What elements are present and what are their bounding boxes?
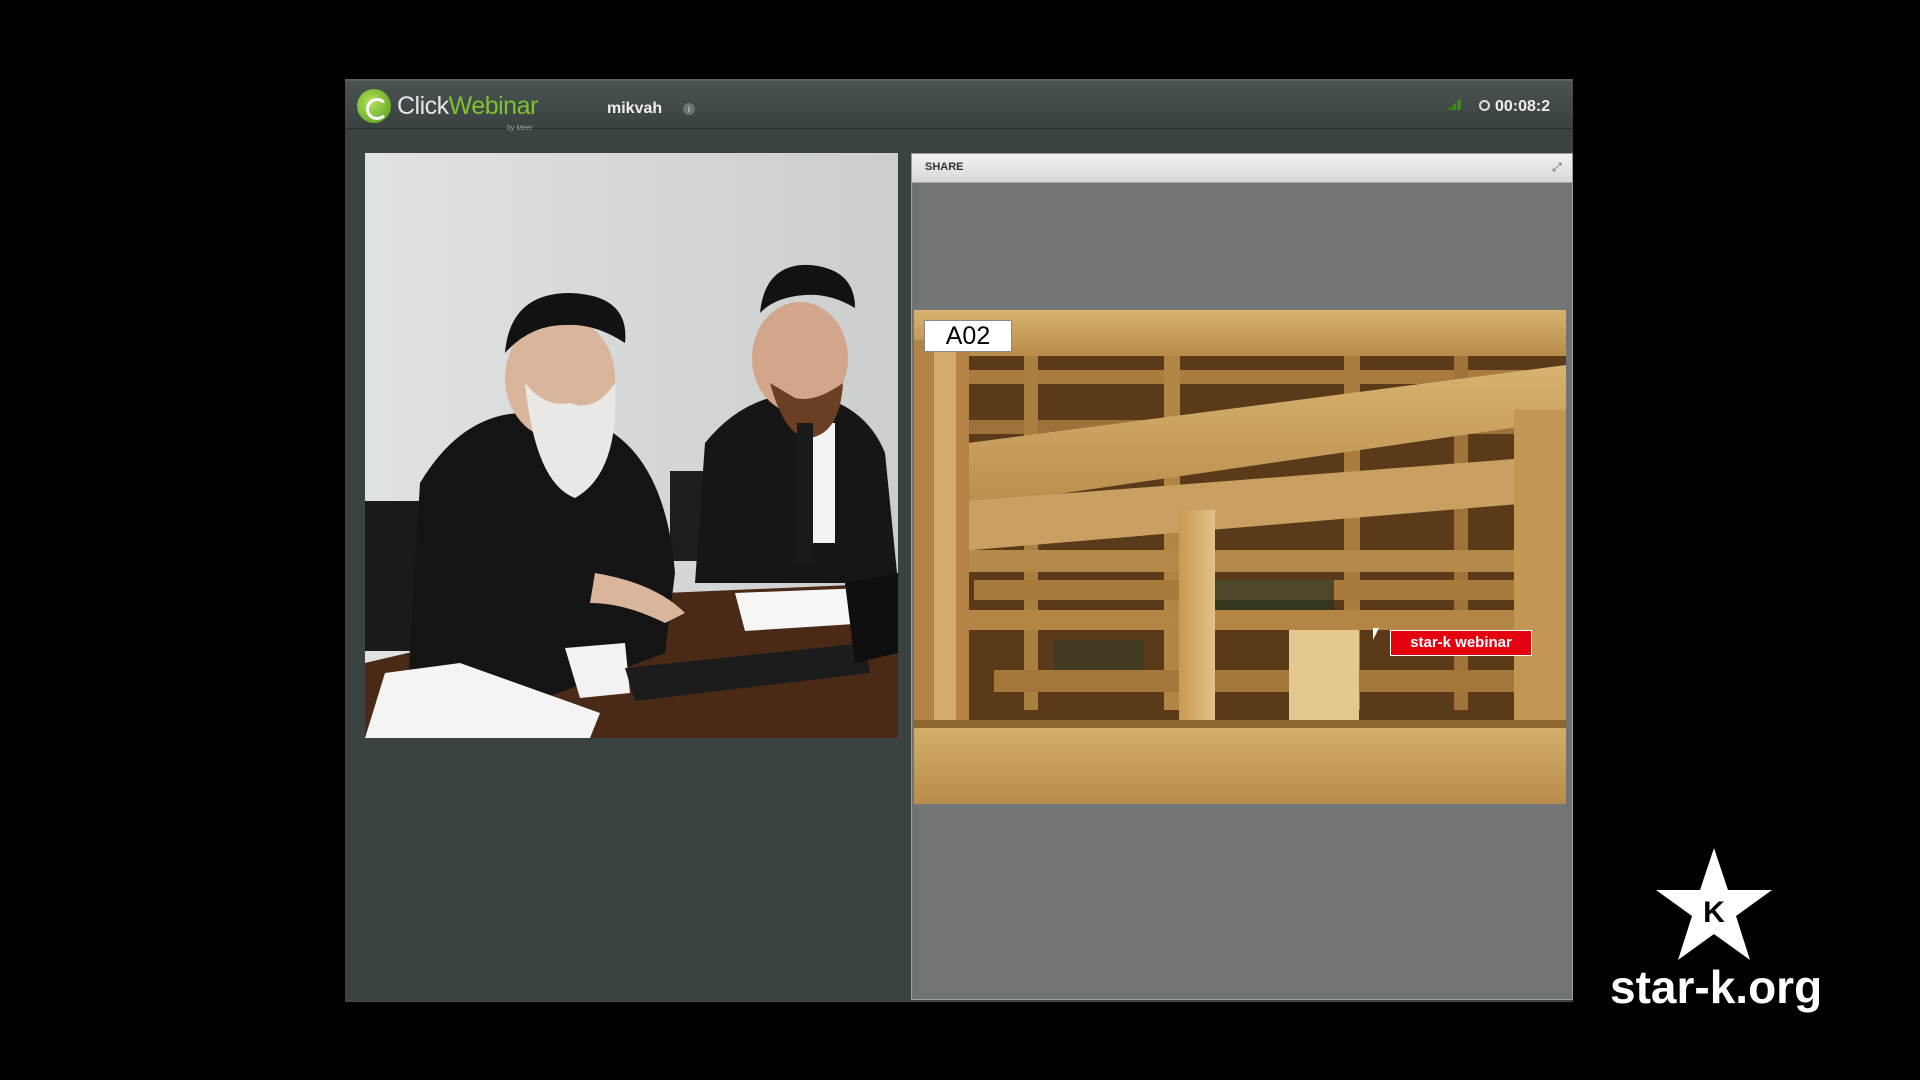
star-k-logo-icon: K (1656, 848, 1772, 960)
share-header: SHARE ⤢ (912, 154, 1572, 183)
webinar-window: ClickWebinar by Meet mikvah i 00:08:2 SH… (345, 79, 1573, 1002)
cursor-icon (1373, 628, 1379, 640)
logo-text: ClickWebinar (397, 93, 538, 119)
share-panel: SHARE ⤢ A02 star-k webinar (911, 153, 1573, 1000)
slide-image (914, 310, 1566, 804)
video-feed (365, 153, 898, 738)
star-letter: K (1703, 896, 1725, 929)
share-title: SHARE (925, 161, 964, 173)
shared-slide: A02 star-k webinar (914, 310, 1566, 804)
presenter-video (365, 153, 898, 738)
star-k-brand: K star-k.org (1600, 848, 1840, 1013)
logo-subtitle: by Meet (507, 125, 532, 132)
info-icon[interactable]: i (683, 103, 695, 115)
webinar-tag: star-k webinar (1390, 630, 1532, 656)
clickwebinar-logo-icon (357, 89, 391, 123)
top-bar: ClickWebinar by Meet mikvah i 00:08:2 (345, 81, 1573, 132)
logo-webinar-text: Webinar (448, 92, 539, 120)
slide-label: A02 (924, 320, 1012, 352)
brand-url: star-k.org (1610, 961, 1823, 1013)
clickwebinar-logo: ClickWebinar by Meet (357, 89, 538, 132)
session-name: mikvah (607, 100, 663, 117)
clock-icon (1479, 100, 1490, 111)
session-timer: 00:08:2 (1495, 98, 1551, 115)
logo-click-text: Click (397, 92, 449, 120)
signal-icon (1447, 98, 1461, 110)
expand-icon[interactable]: ⤢ (1552, 161, 1564, 173)
